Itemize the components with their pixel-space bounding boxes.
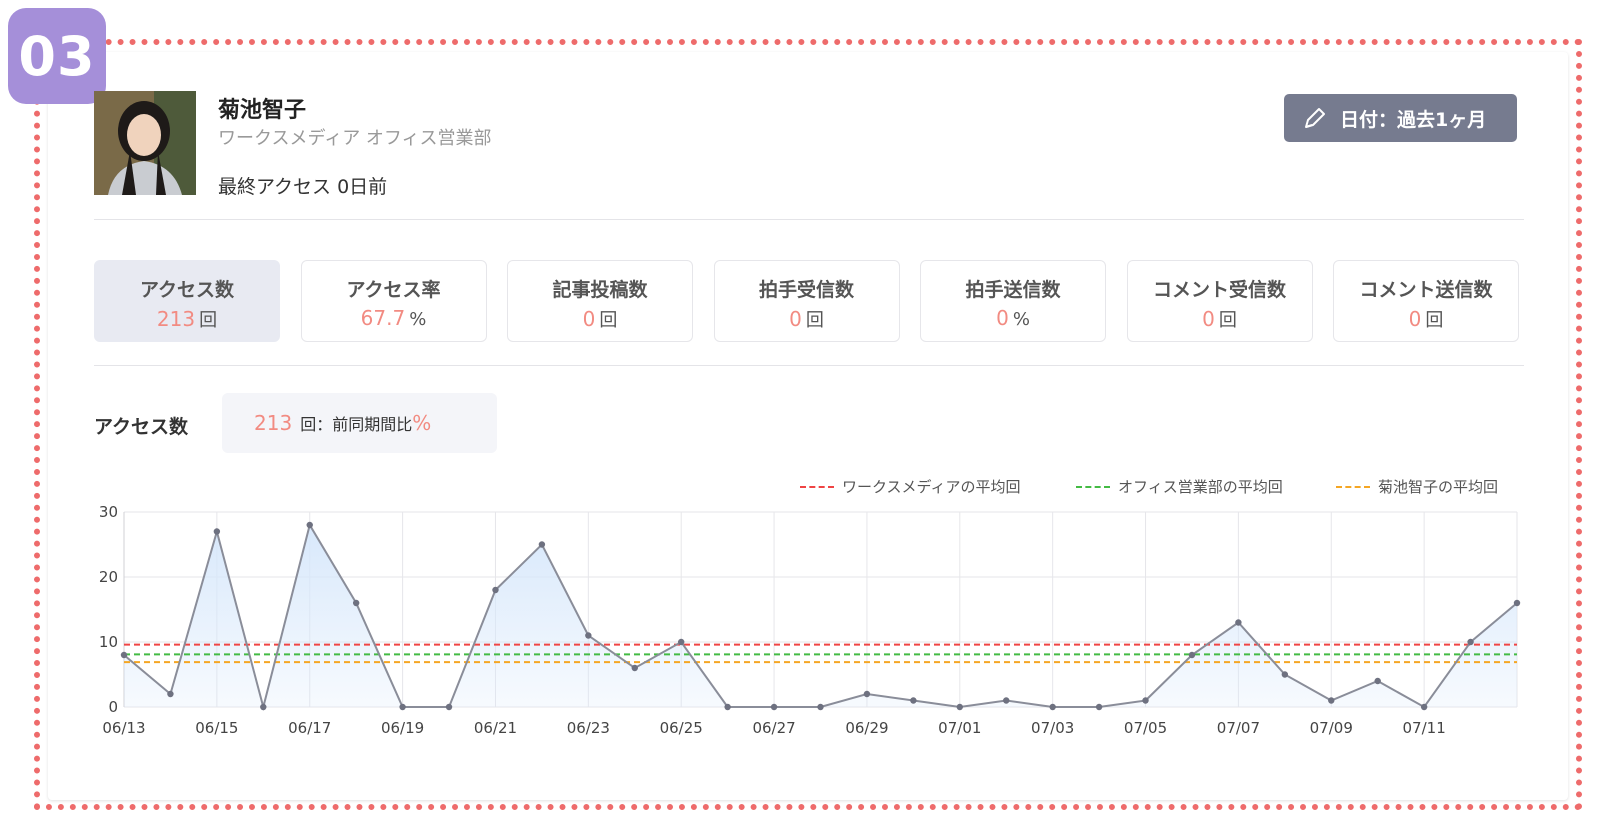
- data-point: [306, 521, 313, 529]
- y-tick-label: 0: [108, 698, 118, 716]
- x-tick-label: 07/01: [938, 719, 981, 737]
- data-point: [1467, 638, 1474, 646]
- data-point: [956, 703, 963, 711]
- data-point: [1188, 651, 1196, 659]
- data-point: [678, 638, 685, 646]
- data-point: [213, 528, 221, 535]
- access-chart: 0 10 20 30 06/13 06/15 06/17 06/19 06/21 06/23 06/…: [99, 503, 1521, 737]
- data-point: [445, 703, 453, 711]
- x-tick-label: 06/21: [474, 719, 517, 737]
- data-point: [167, 690, 174, 698]
- x-tick-label: 06/23: [567, 719, 610, 737]
- data-point: [1374, 677, 1381, 685]
- data-point: [631, 664, 638, 672]
- data-point: [724, 703, 731, 711]
- data-point: [1049, 703, 1056, 711]
- x-tick-label: 06/27: [752, 719, 795, 737]
- data-point: [1142, 697, 1149, 704]
- y-tick-label: 10: [99, 633, 118, 651]
- series-area: [124, 525, 1517, 707]
- x-tick-label: 07/05: [1124, 719, 1167, 737]
- data-point: [770, 703, 778, 711]
- x-tick-label: 06/25: [660, 719, 703, 737]
- data-point: [1420, 703, 1428, 711]
- data-point: [120, 651, 128, 659]
- x-tick-label: 07/03: [1031, 719, 1074, 737]
- x-tick-label: 06/19: [381, 719, 424, 737]
- data-point: [1281, 671, 1289, 678]
- x-tick-label: 07/07: [1217, 719, 1260, 737]
- data-point: [910, 697, 917, 704]
- data-point: [1513, 599, 1521, 607]
- data-point: [863, 690, 871, 698]
- data-point: [352, 599, 360, 607]
- data-point: [1328, 697, 1335, 704]
- x-tick-label: 06/13: [102, 719, 145, 737]
- y-tick-label: 30: [99, 503, 118, 521]
- y-tick-label: 20: [99, 568, 118, 586]
- data-point: [399, 703, 406, 711]
- data-point: [585, 632, 592, 639]
- x-tick-label: 06/29: [845, 719, 888, 737]
- data-point: [817, 703, 824, 711]
- data-point: [492, 586, 499, 594]
- x-tick-label: 06/17: [288, 719, 331, 737]
- x-tick-label: 07/11: [1403, 719, 1446, 737]
- data-point: [1095, 703, 1103, 711]
- data-point: [1235, 619, 1242, 626]
- x-tick-label: 06/15: [195, 719, 238, 737]
- x-tick-label: 07/09: [1310, 719, 1353, 737]
- data-point: [1003, 697, 1010, 704]
- data-point: [260, 703, 267, 711]
- data-point: [538, 541, 546, 548]
